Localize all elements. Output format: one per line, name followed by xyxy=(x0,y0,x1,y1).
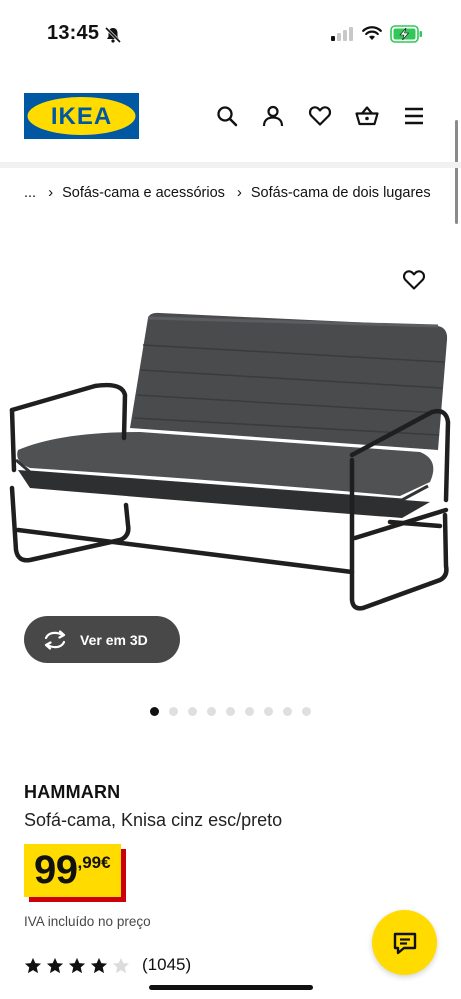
carousel-dot[interactable] xyxy=(245,707,254,716)
scrollbar[interactable] xyxy=(455,120,458,224)
chat-icon xyxy=(393,932,416,954)
breadcrumb-ellipsis[interactable]: ... xyxy=(24,185,36,201)
header-divider xyxy=(0,162,461,168)
menu-icon[interactable] xyxy=(402,104,426,128)
rotate-3d-icon xyxy=(44,629,66,650)
carousel-dot[interactable] xyxy=(302,707,311,716)
chat-button[interactable] xyxy=(372,910,437,975)
carousel-indicator xyxy=(150,707,311,716)
star-filled-icon xyxy=(24,957,42,973)
tax-note: IVA incluído no preço xyxy=(24,914,151,929)
carousel-dot[interactable] xyxy=(207,707,216,716)
carousel-dot[interactable] xyxy=(150,707,159,716)
signal-icon xyxy=(331,27,353,41)
price-integer: 99 xyxy=(34,848,78,892)
site-header: IKEA xyxy=(0,68,461,164)
star-filled-icon xyxy=(46,957,64,973)
rating-summary[interactable]: (1045) xyxy=(24,955,191,975)
breadcrumb-separator: › xyxy=(236,184,242,201)
price-tag: 99 ,99€ xyxy=(24,844,121,897)
cart-icon[interactable] xyxy=(355,104,379,128)
account-icon[interactable] xyxy=(261,104,285,128)
svg-text:IKEA: IKEA xyxy=(51,103,112,130)
view-in-3d-label: Ver em 3D xyxy=(80,631,148,648)
ikea-logo[interactable]: IKEA xyxy=(24,93,139,139)
carousel-dot[interactable] xyxy=(188,707,197,716)
product-image[interactable] xyxy=(0,300,461,620)
status-bar: 13:45 xyxy=(0,0,461,68)
bell-slash-icon xyxy=(104,26,122,44)
status-time: 13:45 xyxy=(47,22,100,44)
star-empty-icon xyxy=(112,957,130,973)
breadcrumb-separator: › xyxy=(48,184,54,201)
add-to-wishlist-icon[interactable] xyxy=(402,268,426,292)
search-icon[interactable] xyxy=(215,104,239,128)
wishlist-icon[interactable] xyxy=(308,104,332,128)
review-count: (1045) xyxy=(142,955,192,974)
breadcrumb: ... › Sofás-cama e acessórios › Sofás-ca… xyxy=(24,184,461,201)
view-in-3d-button[interactable]: Ver em 3D xyxy=(24,616,180,663)
product-name: HAMMARN xyxy=(24,782,121,802)
carousel-dot[interactable] xyxy=(169,707,178,716)
battery-charging-icon xyxy=(390,25,422,43)
carousel-dot[interactable] xyxy=(283,707,292,716)
star-filled-icon xyxy=(90,957,108,973)
price-decimal: ,99€ xyxy=(77,853,111,872)
carousel-dot[interactable] xyxy=(226,707,235,716)
star-filled-icon xyxy=(68,957,86,973)
breadcrumb-item-sofa-beds[interactable]: Sofás-cama e acessórios xyxy=(62,185,225,201)
wifi-icon xyxy=(362,26,382,40)
breadcrumb-item-two-seat-sofa-beds[interactable]: Sofás-cama de dois lugares xyxy=(251,185,431,201)
carousel-dot[interactable] xyxy=(264,707,273,716)
product-description: Sofá-cama, Knisa cinz esc/preto xyxy=(24,810,283,830)
home-indicator[interactable] xyxy=(149,985,313,990)
